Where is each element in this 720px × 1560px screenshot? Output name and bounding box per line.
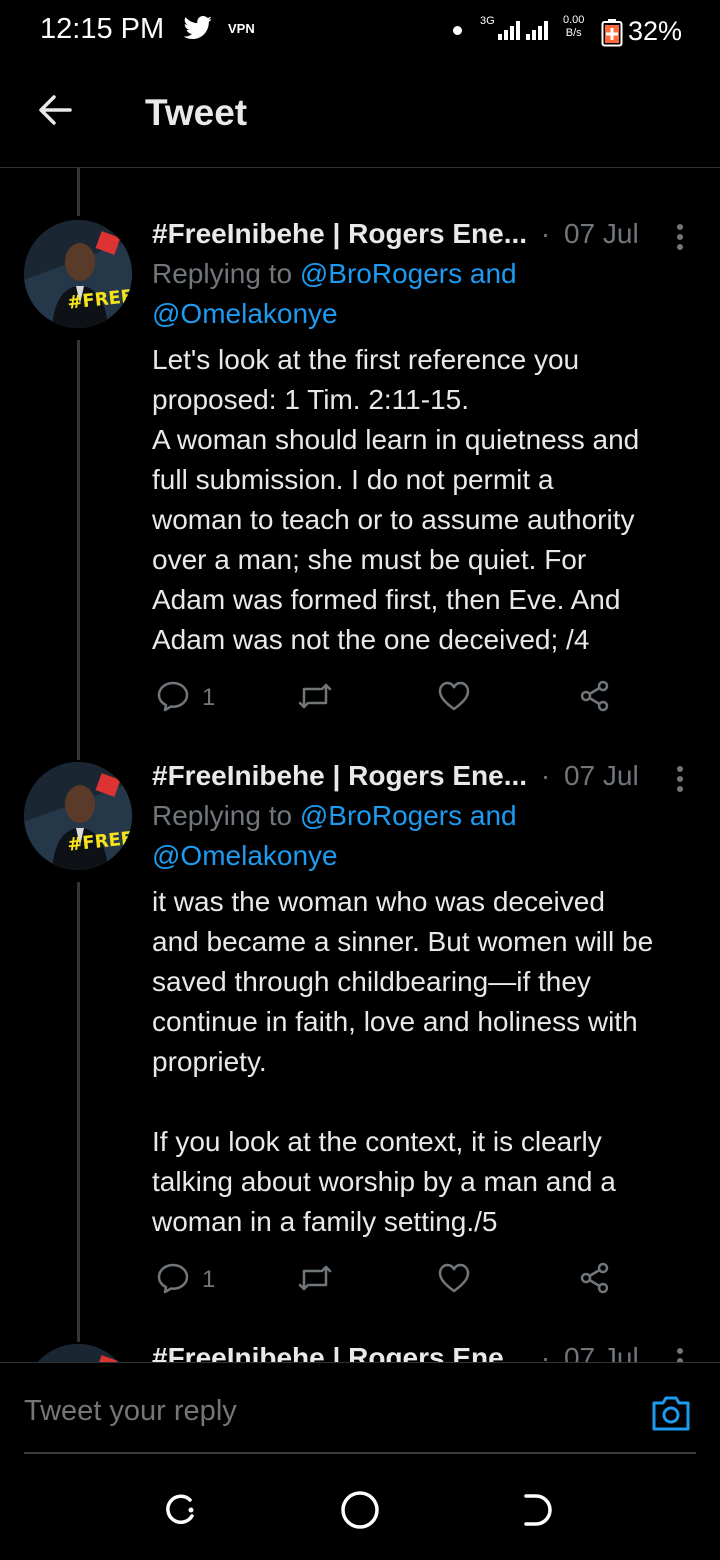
system-nav-bar <box>0 1460 720 1560</box>
more-vertical-icon[interactable] <box>668 222 692 252</box>
recents-icon[interactable] <box>162 1490 198 1535</box>
thread-connector <box>77 168 80 216</box>
tweet-date[interactable]: 07 Jul <box>564 1342 639 1362</box>
battery-icon <box>601 19 623 52</box>
reply-button[interactable]: 1 <box>156 678 215 718</box>
reply-count: 1 <box>202 684 216 711</box>
battery-percent: 32% <box>628 16 683 46</box>
more-vertical-icon[interactable] <box>668 764 692 794</box>
separator: · <box>540 1342 551 1362</box>
status-time: 12:15 PM <box>40 13 165 45</box>
like-button[interactable] <box>437 1260 471 1300</box>
notification-dot <box>453 26 462 35</box>
thread-connector <box>77 340 80 760</box>
share-icon <box>578 679 612 718</box>
tweet-text: it was the woman who was deceived and be… <box>152 886 654 1237</box>
like-button[interactable] <box>437 678 471 718</box>
back-nav-icon[interactable] <box>520 1490 556 1535</box>
avatar[interactable] <box>24 1344 132 1362</box>
heart-icon <box>437 679 471 718</box>
mention-link[interactable]: @BroRogers and <box>300 258 517 289</box>
tweet-thread: #FREE #FreeInibehe | Rogers Ene... · 07 … <box>0 168 720 1362</box>
top-app-bar: Tweet <box>0 62 720 168</box>
comment-icon <box>156 679 190 718</box>
tweet-actions: 1 <box>152 1260 622 1300</box>
network-speed: 0.00 B/s <box>563 14 585 39</box>
retweet-button[interactable] <box>296 678 334 718</box>
reply-count: 1 <box>202 1266 216 1293</box>
page-title: Tweet <box>145 92 248 133</box>
replying-to: Replying to @BroRogers and @Omelakonye <box>152 800 517 871</box>
tweet-actions: 1 <box>152 678 622 718</box>
camera-icon[interactable] <box>650 1393 692 1438</box>
divider <box>24 1452 696 1454</box>
tweet-header: #FreeInibehe | Rogers Ene... · 07 Jul <box>152 218 639 250</box>
signal-icon <box>484 20 558 47</box>
avatar[interactable]: #FREE <box>24 762 132 870</box>
tweet-header: #FreeInibehe | Rogers Ene... · 07 Jul <box>152 1342 639 1362</box>
more-vertical-icon[interactable] <box>668 1346 692 1362</box>
tweet-text: Let's look at the first reference you pr… <box>152 344 640 655</box>
tweet-item[interactable]: #FreeInibehe | Rogers Ene... · 07 Jul <box>0 1342 720 1362</box>
tweet-date[interactable]: 07 Jul <box>564 218 639 249</box>
tweet-item[interactable]: #FREE #FreeInibehe | Rogers Ene... · 07 … <box>0 760 720 1342</box>
separator: · <box>540 760 551 791</box>
arrow-left-icon[interactable] <box>36 90 76 130</box>
share-icon <box>578 1261 612 1300</box>
separator: · <box>540 218 551 249</box>
author-name[interactable]: #FreeInibehe | Rogers Ene... <box>152 760 527 791</box>
mention-link[interactable]: @Omelakonye <box>152 840 338 871</box>
heart-icon <box>437 1261 471 1300</box>
reply-button[interactable]: 1 <box>156 1260 215 1300</box>
retweet-button[interactable] <box>296 1260 334 1300</box>
avatar[interactable]: #FREE <box>24 220 132 328</box>
vpn-indicator: VPN <box>228 21 255 36</box>
mention-link[interactable]: @Omelakonye <box>152 298 338 329</box>
replying-to: Replying to @BroRogers and @Omelakonye <box>152 258 517 329</box>
comment-icon <box>156 1261 190 1300</box>
tweet-header: #FreeInibehe | Rogers Ene... · 07 Jul <box>152 760 639 792</box>
share-button[interactable] <box>578 1260 612 1300</box>
status-bar: 12:15 PM VPN 3G 0.00 B/s 32% <box>0 0 720 62</box>
author-name[interactable]: #FreeInibehe | Rogers Ene... <box>152 218 527 249</box>
share-button[interactable] <box>578 678 612 718</box>
reply-composer <box>0 1362 720 1454</box>
author-name[interactable]: #FreeInibehe | Rogers Ene... <box>152 1342 527 1362</box>
mention-link[interactable]: @BroRogers and <box>300 800 517 831</box>
reply-input[interactable] <box>24 1395 584 1428</box>
retweet-icon <box>296 1261 334 1300</box>
retweet-icon <box>296 679 334 718</box>
thread-connector <box>77 882 80 1342</box>
home-icon[interactable] <box>340 1490 380 1535</box>
tweet-item[interactable]: #FREE #FreeInibehe | Rogers Ene... · 07 … <box>0 218 720 760</box>
twitter-bird-icon <box>183 16 213 45</box>
tweet-date[interactable]: 07 Jul <box>564 760 639 791</box>
